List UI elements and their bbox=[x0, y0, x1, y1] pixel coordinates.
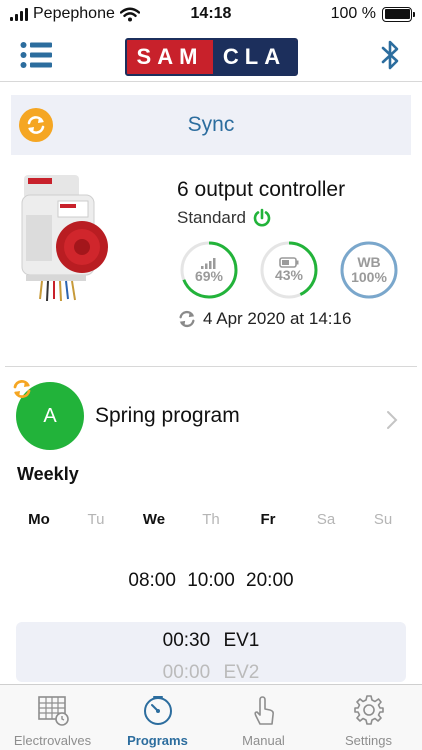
day-fr: Fr bbox=[260, 511, 276, 528]
signal-value: 69% bbox=[194, 268, 224, 284]
schedule-card: 00:30 EV1 00:00 EV2 bbox=[16, 622, 406, 682]
battery-percent: 100 % bbox=[330, 5, 376, 22]
sync-label: Sync bbox=[187, 113, 235, 136]
stopwatch-icon bbox=[144, 696, 172, 725]
logo-part-2: CLA bbox=[213, 40, 296, 74]
tab-settings[interactable]: Settings bbox=[316, 685, 421, 750]
signal-gauge: 69% bbox=[179, 240, 239, 300]
day-th: Th bbox=[202, 511, 220, 528]
tab-label: Settings bbox=[345, 733, 392, 748]
tab-manual[interactable]: Manual bbox=[211, 685, 316, 750]
program-name[interactable]: Spring program bbox=[95, 404, 240, 428]
last-sync-time: 4 Apr 2020 at 14:16 bbox=[203, 309, 352, 328]
wb-value: 100% bbox=[351, 269, 387, 285]
controller-mode-label: Standard bbox=[177, 208, 246, 227]
day-we: We bbox=[142, 511, 166, 528]
logo-part-1: SAM bbox=[127, 40, 213, 74]
schedule-row: 00:00 EV2 bbox=[16, 662, 406, 682]
controller-title: 6 output controller bbox=[177, 178, 346, 201]
day-mo: Mo bbox=[28, 511, 50, 528]
battery-gauge: 43% bbox=[259, 240, 319, 300]
bluetooth-icon[interactable] bbox=[380, 39, 402, 71]
tab-electrovalves[interactable]: Electrovalves bbox=[0, 685, 105, 750]
chevron-right-icon[interactable] bbox=[386, 410, 398, 430]
last-sync: 4 Apr 2020 at 14:16 bbox=[177, 309, 351, 329]
day-su: Su bbox=[373, 511, 393, 528]
schedule-valve: EV2 bbox=[223, 662, 260, 682]
schedule-duration: 00:00 bbox=[162, 662, 211, 682]
start-times: 08:00 10:00 20:00 bbox=[128, 570, 294, 591]
refresh-icon bbox=[179, 310, 195, 328]
day-tu: Tu bbox=[87, 511, 105, 528]
section-divider bbox=[5, 366, 417, 367]
controller-image bbox=[21, 175, 108, 302]
schedule-valve: EV1 bbox=[223, 630, 260, 651]
wb-gauge: WB 100% bbox=[339, 240, 399, 300]
controller-mode: Standard bbox=[177, 208, 272, 228]
wb-label: WB bbox=[357, 254, 381, 270]
battery-value: 43% bbox=[274, 267, 304, 283]
battery-fill bbox=[384, 9, 410, 19]
tab-bar: Electrovalves Programs Manual Settings bbox=[0, 684, 422, 750]
sync-button[interactable]: Sync bbox=[11, 95, 411, 155]
schedule-duration: 00:30 bbox=[162, 630, 211, 651]
schedule-row: 00:30 EV1 bbox=[16, 630, 406, 652]
status-bar: Pepephone 14:18 100 % bbox=[0, 0, 422, 30]
power-icon bbox=[253, 208, 271, 227]
tab-label: Electrovalves bbox=[13, 733, 92, 748]
list-icon[interactable] bbox=[20, 41, 52, 69]
tab-label: Manual bbox=[242, 733, 285, 748]
tab-label: Programs bbox=[127, 733, 188, 748]
nav-bar: SAM CLA bbox=[0, 30, 422, 82]
weekday-row: Mo Tu We Th Fr Sa Su bbox=[16, 511, 406, 531]
battery-icon bbox=[382, 6, 415, 22]
program-frequency: Weekly bbox=[17, 464, 79, 484]
tab-programs[interactable]: Programs bbox=[105, 685, 210, 750]
day-sa: Sa bbox=[316, 511, 336, 528]
hand-pointer-icon bbox=[254, 696, 274, 725]
program-sync-icon bbox=[13, 380, 31, 398]
status-right: 100 % bbox=[330, 5, 415, 23]
samcla-logo: SAM CLA bbox=[125, 38, 298, 76]
gear-icon bbox=[354, 695, 384, 725]
grid-clock-icon bbox=[38, 696, 69, 726]
